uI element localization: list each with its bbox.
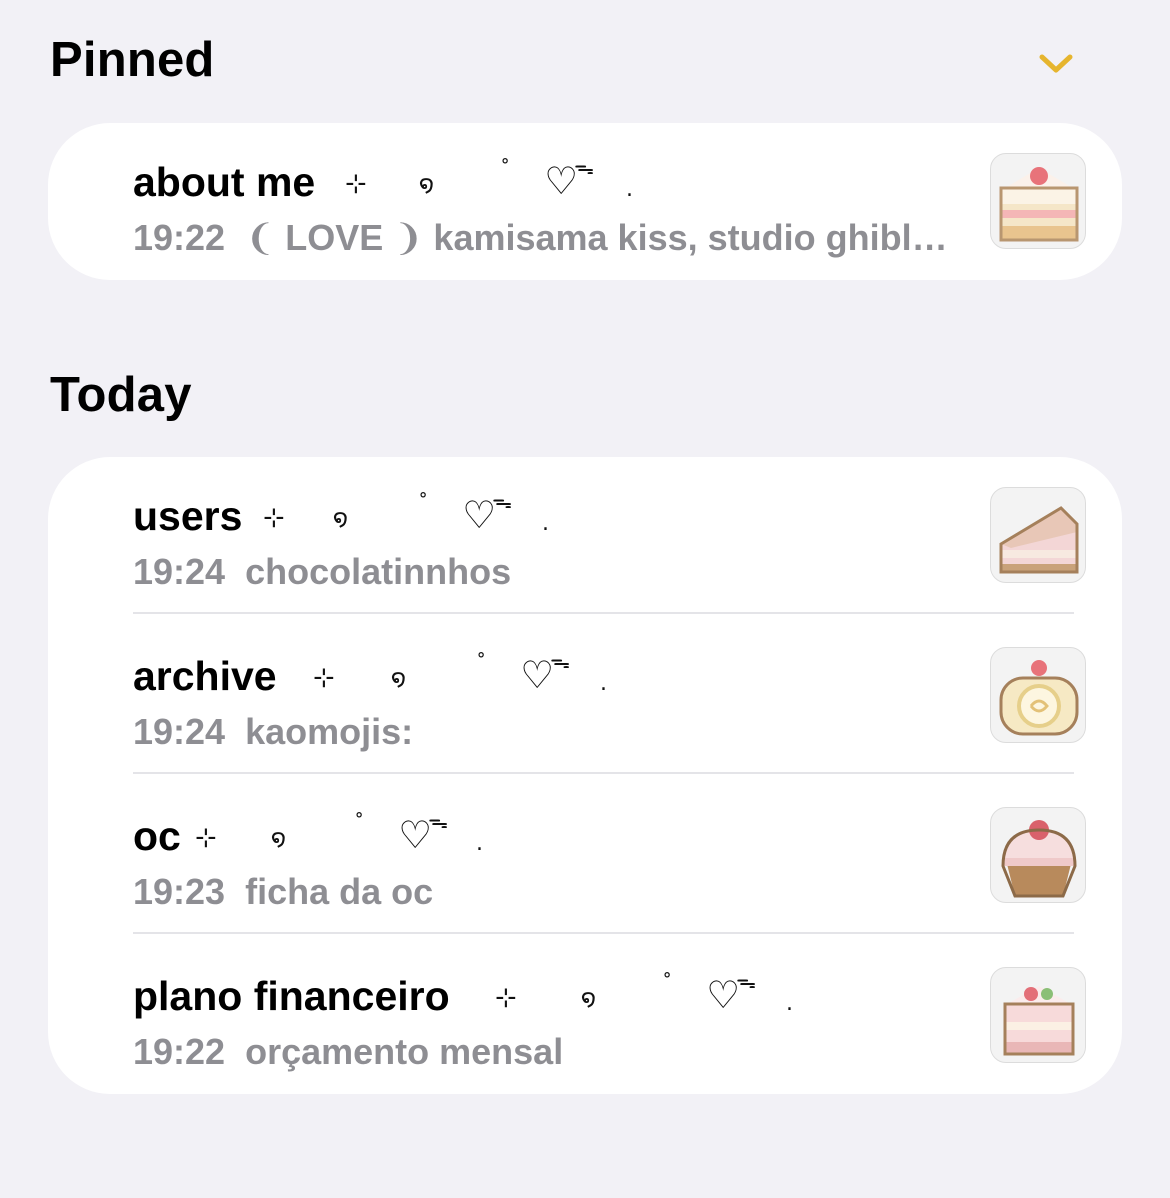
note-row[interactable]: plano financeiro ⊹ ໑˚ ♡ᯓ. 19:22 orçamento m… [133, 937, 1086, 1097]
note-subtitle: 19:22 orçamento mensal [133, 1031, 563, 1073]
note-preview: ficha da oc [245, 871, 434, 912]
note-preview: ❨ LOVE ❩ kamisama kiss, studio ghibl… [245, 217, 948, 258]
note-time: 19:22 [133, 217, 226, 258]
note-time: 19:23 [133, 871, 226, 912]
title-decoration: ⊹ ໑˚ ♡ᯓ. [263, 489, 549, 537]
note-preview: kaomojis: [245, 711, 414, 752]
row-divider [133, 612, 1074, 614]
section-header-today: Today [50, 368, 192, 422]
note-title: archive [133, 653, 277, 699]
strawberry-cake-icon [990, 967, 1086, 1063]
title-decoration: ⊹ ໑˚ ♡ᯓ. [345, 155, 633, 203]
note-row[interactable]: oc ⊹ ໑˚ ♡ᯓ. 19:23 ficha da oc [133, 777, 1086, 937]
note-preview: chocolatinnhos [245, 551, 512, 592]
pinned-notes-card: about me ⊹ ໑˚ ♡ᯓ. 19:22 ❨ LOVE ❩ kamisama k… [48, 123, 1122, 280]
note-title: about me [133, 159, 316, 205]
note-title: users [133, 493, 243, 539]
row-divider [133, 932, 1074, 934]
title-decoration: ⊹ ໑˚ ♡ᯓ. [313, 649, 607, 697]
title-decoration: ⊹ ໑˚ ♡ᯓ. [495, 969, 793, 1017]
note-time: 19:22 [133, 1031, 226, 1072]
note-time: 19:24 [133, 551, 226, 592]
cake-wedge-icon [990, 487, 1086, 583]
note-time: 19:24 [133, 711, 226, 752]
note-row[interactable]: archive ⊹ ໑˚ ♡ᯓ. 19:24 kaomojis: [133, 617, 1086, 777]
note-row[interactable]: users ⊹ ໑˚ ♡ᯓ. 19:24 chocolatinnhos [133, 457, 1086, 617]
note-title: oc [133, 813, 181, 859]
cake-slice-icon [990, 153, 1086, 249]
today-notes-card: users ⊹ ໑˚ ♡ᯓ. 19:24 chocolatinnhos archive… [48, 457, 1122, 1094]
note-subtitle: 19:23 ficha da oc [133, 871, 433, 913]
note-subtitle: 19:24 chocolatinnhos [133, 551, 511, 593]
chevron-down-icon[interactable] [1034, 48, 1078, 78]
swiss-roll-icon [990, 647, 1086, 743]
cupcake-icon [990, 807, 1086, 903]
note-row[interactable]: about me ⊹ ໑˚ ♡ᯓ. 19:22 ❨ LOVE ❩ kamisama k… [133, 123, 1086, 283]
title-decoration: ⊹ ໑˚ ♡ᯓ. [195, 809, 483, 857]
note-title: plano financeiro [133, 973, 450, 1019]
note-subtitle: 19:22 ❨ LOVE ❩ kamisama kiss, studio ghib… [133, 217, 948, 259]
row-divider [133, 772, 1074, 774]
note-subtitle: 19:24 kaomojis: [133, 711, 413, 753]
note-preview: orçamento mensal [245, 1031, 564, 1072]
section-header-pinned: Pinned [50, 33, 215, 87]
